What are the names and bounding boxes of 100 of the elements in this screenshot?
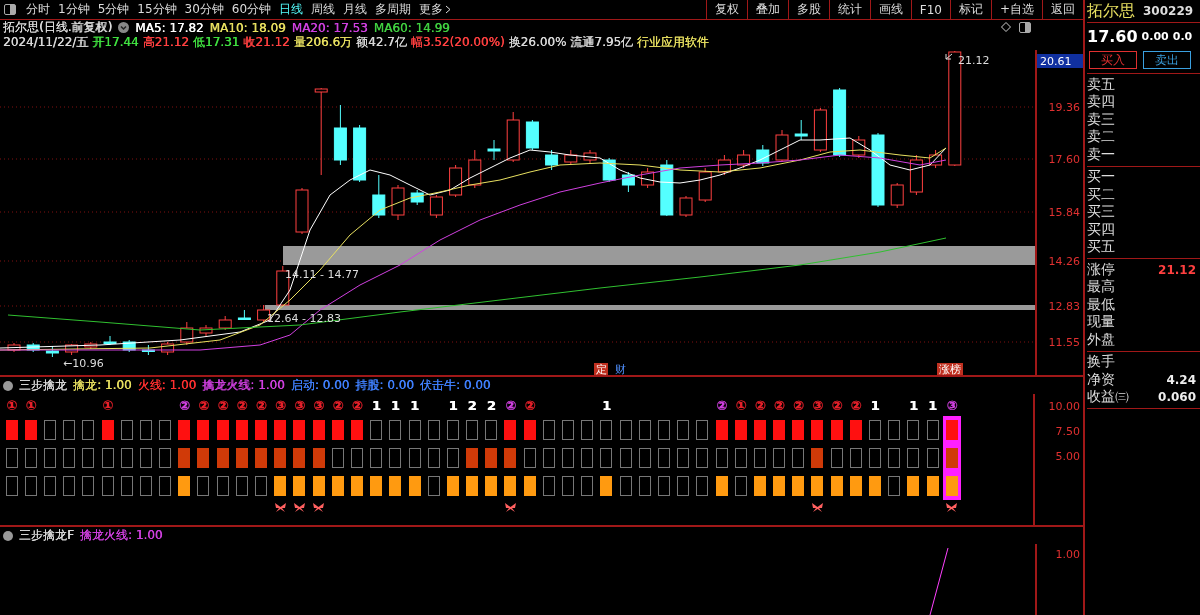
signal-marker: ② [754, 398, 766, 412]
collapse-toggle-icon[interactable] [3, 530, 13, 541]
candlestick [583, 149, 597, 164]
order-book-label: 卖三 [1087, 110, 1115, 129]
period-tab[interactable]: 30分钟 [180, 1, 228, 18]
sell-button[interactable]: 卖出 [1143, 51, 1191, 69]
period-tab[interactable]: 分时 [22, 1, 54, 18]
panel-toggle-icon[interactable] [1019, 22, 1031, 33]
period-tab[interactable]: 1分钟 [54, 1, 94, 18]
stat-label: 净资 [1087, 370, 1115, 389]
quote-value: 幅3.52(20.00%) [410, 34, 505, 51]
candlestick [852, 135, 866, 159]
signal-marker: ③ [274, 398, 286, 412]
signal-marker: ② [255, 398, 267, 412]
indicator-axis-label: 10.00 [1048, 400, 1080, 413]
signal-marker: 1 [928, 398, 938, 412]
candlestick [506, 111, 520, 163]
candlestick [794, 119, 808, 141]
quote-value: 换26.00% [508, 34, 567, 51]
toolbar-button[interactable]: 统计 [828, 0, 870, 19]
event-marker[interactable]: 涨榜 [937, 363, 963, 375]
toolbar-button[interactable]: 返回 [1042, 0, 1083, 19]
toolbar-button[interactable]: 标记 [949, 0, 991, 19]
signal-marker: ② [792, 398, 804, 412]
candlestick [909, 154, 923, 196]
collapse-toggle-icon[interactable] [3, 380, 13, 391]
toolbar-button[interactable]: 多股 [787, 0, 829, 19]
candlestick [890, 182, 904, 209]
period-tab[interactable]: 多周期 [371, 1, 416, 18]
period-tab[interactable]: 周线 [307, 1, 340, 18]
toolbar-button[interactable]: 画线 [869, 0, 911, 19]
candlestick [429, 194, 443, 219]
butterfly-icon [273, 501, 287, 513]
candlestick [353, 124, 367, 183]
stat-label: 换手 [1087, 353, 1115, 372]
toolbar-button[interactable]: 叠加 [746, 0, 788, 19]
signal-marker: 1 [390, 398, 400, 412]
period-tab[interactable]: 15分钟 [133, 1, 181, 18]
candlestick [564, 149, 578, 166]
signal-marker: 2 [467, 398, 477, 412]
order-book-label: 卖二 [1087, 128, 1115, 147]
dropdown-icon[interactable] [118, 22, 130, 33]
quote-value: 流通7.95亿 [570, 34, 634, 51]
low-price-label: ←10.96 [63, 357, 104, 370]
signal-marker: ① [6, 398, 18, 412]
event-marker[interactable]: 定 [594, 363, 608, 375]
toolbar-button[interactable]: F10 [910, 0, 950, 19]
indicator-axis-label: 1.00 [1055, 548, 1080, 561]
butterfly-icon [312, 501, 326, 513]
candlestick [756, 144, 770, 167]
stat-label: 最高 [1087, 278, 1115, 297]
candlestick [372, 174, 386, 219]
stat-value: 21.12 [1158, 262, 1196, 277]
signal-marker: ② [773, 398, 785, 412]
period-tab[interactable]: 月线 [339, 1, 372, 18]
order-book-label: 买五 [1087, 238, 1115, 257]
order-book-label: 卖一 [1087, 145, 1115, 164]
moving-average-value: MA10: 18.09 [209, 20, 286, 35]
period-tab[interactable]: 60分钟 [227, 1, 276, 18]
candlestick [103, 335, 117, 346]
panel-toggle-icon[interactable] [4, 4, 16, 15]
indicator-value: 擒龙火线: 1.00 [79, 527, 163, 544]
candlestick [545, 149, 559, 171]
buy-button[interactable]: 买入 [1089, 51, 1137, 69]
butterfly-icon [503, 501, 517, 513]
candlestick [525, 119, 539, 151]
candlestick [180, 321, 194, 346]
signal-marker: ② [236, 398, 248, 412]
candlestick [813, 107, 827, 153]
indicator-title: 三步擒龙F [19, 527, 74, 544]
period-tab[interactable]: 日线 [275, 1, 308, 18]
candlestick [295, 187, 309, 235]
signal-marker: ② [716, 398, 728, 412]
diamond-icon[interactable] [1001, 22, 1011, 32]
indicator-title: 三步擒龙 [19, 377, 67, 394]
quote-value: 行业应用软件 [637, 34, 710, 51]
indicator-value: 擒龙火线: 1.00 [202, 377, 285, 394]
period-tab[interactable]: 5分钟 [93, 1, 134, 18]
candlestick [26, 342, 40, 353]
chevron-right-icon [445, 5, 452, 14]
quote-value: 低17.31 [192, 34, 240, 51]
price-axis-label: 15.84 [1048, 206, 1080, 219]
zone-range-label: 12.64 - 12.83 [267, 312, 341, 325]
period-tab[interactable]: 更多 [415, 1, 456, 18]
quote-value: 开17.44 [92, 34, 139, 51]
indicator-axis-label: 7.50 [1055, 425, 1080, 438]
candlestick [641, 167, 655, 189]
toolbar-button[interactable]: 复权 [705, 0, 747, 19]
candlestick [391, 184, 405, 221]
chart-title: 拓尔思(日线.前复权) [3, 19, 113, 36]
candlestick [737, 149, 751, 169]
event-marker[interactable]: 财 [614, 363, 626, 375]
signal-marker: 1 [371, 398, 381, 412]
stat-value: 4.24 [1166, 372, 1196, 387]
candlestick [775, 129, 789, 163]
toolbar-button[interactable]: +自选 [990, 0, 1042, 19]
candlestick [833, 87, 847, 158]
indicator-value: 伏击牛: 0.00 [419, 377, 491, 394]
signal-marker: ① [102, 398, 114, 412]
candlestick [7, 342, 21, 353]
